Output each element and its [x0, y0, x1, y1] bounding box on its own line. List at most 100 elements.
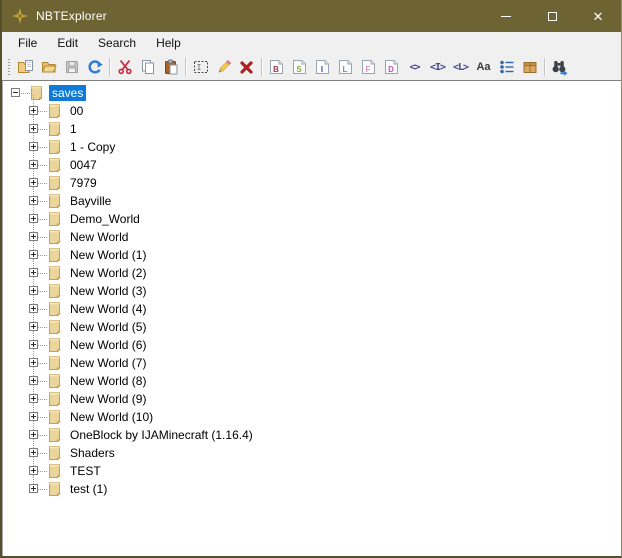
- expand-toggle-icon[interactable]: [29, 196, 38, 205]
- tree-item-label[interactable]: 1 - Copy: [67, 139, 118, 155]
- tree-item[interactable]: OneBlock by IJAMinecraft (1.16.4): [3, 426, 621, 444]
- edit-value-button[interactable]: [212, 56, 235, 78]
- menu-search[interactable]: Search: [88, 33, 146, 53]
- expand-toggle-icon[interactable]: [29, 376, 38, 385]
- tree-item-label[interactable]: New World: [67, 229, 131, 245]
- tree-item[interactable]: Bayville: [3, 192, 621, 210]
- tree-item[interactable]: New World (9): [3, 390, 621, 408]
- tree-item-label[interactable]: 1: [67, 121, 80, 137]
- float-tag-button[interactable]: F: [357, 56, 380, 78]
- expand-toggle-icon[interactable]: [29, 430, 38, 439]
- cut-button[interactable]: [113, 56, 136, 78]
- close-button[interactable]: ✕: [575, 0, 621, 32]
- tree-item-label[interactable]: New World (4): [67, 301, 149, 317]
- long-array-tag-button[interactable]: <L>: [449, 56, 472, 78]
- tree-item-label[interactable]: Bayville: [67, 193, 114, 209]
- tree-item[interactable]: New World (8): [3, 372, 621, 390]
- tree-item-label[interactable]: New World (8): [67, 373, 149, 389]
- tree-item[interactable]: New World: [3, 228, 621, 246]
- string-tag-button[interactable]: Aa: [472, 56, 495, 78]
- tree-item[interactable]: New World (3): [3, 282, 621, 300]
- tree-item[interactable]: New World (1): [3, 246, 621, 264]
- expand-toggle-icon[interactable]: [29, 484, 38, 493]
- expand-toggle-icon[interactable]: [29, 340, 38, 349]
- tree-item-label[interactable]: TEST: [67, 463, 104, 479]
- tree-item-label[interactable]: New World (9): [67, 391, 149, 407]
- minimize-button[interactable]: [483, 0, 529, 32]
- tree-item-label[interactable]: saves: [49, 85, 86, 101]
- expand-toggle-icon[interactable]: [29, 142, 38, 151]
- expand-toggle-icon[interactable]: [29, 268, 38, 277]
- tree-item-label[interactable]: 0047: [67, 157, 100, 173]
- tree-item-label[interactable]: OneBlock by IJAMinecraft (1.16.4): [67, 427, 256, 443]
- tree-item-label[interactable]: New World (5): [67, 319, 149, 335]
- int-array-tag-button[interactable]: <I>: [426, 56, 449, 78]
- expand-toggle-icon[interactable]: [29, 466, 38, 475]
- list-tag-button[interactable]: [495, 56, 518, 78]
- tree-item-label[interactable]: New World (1): [67, 247, 149, 263]
- tree-item[interactable]: 1 - Copy: [3, 138, 621, 156]
- expand-toggle-icon[interactable]: [29, 160, 38, 169]
- rename-button[interactable]: [189, 56, 212, 78]
- open-nbt-file-button[interactable]: [14, 56, 37, 78]
- tree-item-label[interactable]: Demo_World: [67, 211, 143, 227]
- tree-item[interactable]: New World (6): [3, 336, 621, 354]
- tree-item[interactable]: test (1): [3, 480, 621, 498]
- tree-item-label[interactable]: test (1): [67, 481, 110, 497]
- tree-item[interactable]: New World (2): [3, 264, 621, 282]
- tree-item-label[interactable]: Shaders: [67, 445, 118, 461]
- double-tag-button[interactable]: D: [380, 56, 403, 78]
- nbt-tree-view[interactable]: saves 00 1 1 - Cop: [2, 80, 621, 556]
- menu-help[interactable]: Help: [146, 33, 191, 53]
- tree-item[interactable]: New World (10): [3, 408, 621, 426]
- search-button[interactable]: [548, 56, 571, 78]
- copy-button[interactable]: [136, 56, 159, 78]
- expand-toggle-icon[interactable]: [29, 358, 38, 367]
- expand-toggle-icon[interactable]: [29, 322, 38, 331]
- tree-item[interactable]: 7979: [3, 174, 621, 192]
- tree-item[interactable]: 0047: [3, 156, 621, 174]
- byte-array-tag-button[interactable]: <>: [403, 56, 426, 78]
- paste-button[interactable]: [159, 56, 182, 78]
- tree-item[interactable]: Demo_World: [3, 210, 621, 228]
- tree-item-label[interactable]: 00: [67, 103, 86, 119]
- int-tag-button[interactable]: I: [311, 56, 334, 78]
- expand-toggle-icon[interactable]: [29, 304, 38, 313]
- tree-item-label[interactable]: New World (3): [67, 283, 149, 299]
- tree-item[interactable]: New World (5): [3, 318, 621, 336]
- menu-edit[interactable]: Edit: [47, 33, 88, 53]
- refresh-button[interactable]: [83, 56, 106, 78]
- tree-item[interactable]: TEST: [3, 462, 621, 480]
- tree-item-label[interactable]: 7979: [67, 175, 100, 191]
- open-folder-button[interactable]: [37, 56, 60, 78]
- expand-toggle-icon[interactable]: [29, 286, 38, 295]
- collapse-toggle-icon[interactable]: [11, 88, 20, 97]
- menu-file[interactable]: File: [8, 33, 47, 53]
- expand-toggle-icon[interactable]: [29, 232, 38, 241]
- expand-toggle-icon[interactable]: [29, 250, 38, 259]
- expand-toggle-icon[interactable]: [29, 394, 38, 403]
- byte-tag-button[interactable]: B: [265, 56, 288, 78]
- expand-toggle-icon[interactable]: [29, 214, 38, 223]
- toolbar-grip-handle[interactable]: [7, 59, 11, 75]
- tree-item-label[interactable]: New World (7): [67, 355, 149, 371]
- tree-item[interactable]: 00: [3, 102, 621, 120]
- tree-item[interactable]: New World (7): [3, 354, 621, 372]
- tree-item-label[interactable]: New World (6): [67, 337, 149, 353]
- tree-item-label[interactable]: New World (10): [67, 409, 156, 425]
- expand-toggle-icon[interactable]: [29, 412, 38, 421]
- tree-item[interactable]: Shaders: [3, 444, 621, 462]
- expand-toggle-icon[interactable]: [29, 106, 38, 115]
- long-tag-button[interactable]: L: [334, 56, 357, 78]
- compound-tag-button[interactable]: [518, 56, 541, 78]
- expand-toggle-icon[interactable]: [29, 124, 38, 133]
- expand-toggle-icon[interactable]: [29, 178, 38, 187]
- expand-toggle-icon[interactable]: [29, 448, 38, 457]
- maximize-button[interactable]: [529, 0, 575, 32]
- tree-item[interactable]: New World (4): [3, 300, 621, 318]
- delete-button[interactable]: [235, 56, 258, 78]
- short-tag-button[interactable]: S: [288, 56, 311, 78]
- save-button[interactable]: [60, 56, 83, 78]
- tree-item-root[interactable]: saves: [3, 84, 621, 102]
- tree-item[interactable]: 1: [3, 120, 621, 138]
